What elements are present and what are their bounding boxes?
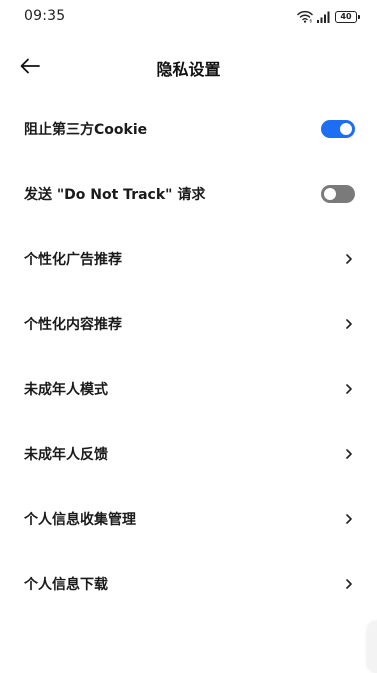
toggle-switch-on[interactable] <box>321 119 355 138</box>
toggle-knob <box>340 122 352 135</box>
battery-level: 40 <box>340 12 352 21</box>
setting-label: 阻止第三方Cookie <box>24 121 148 138</box>
setting-row-personal-info-download[interactable]: 个人信息下载 <box>0 551 377 616</box>
chevron-right-icon <box>343 578 355 590</box>
chevron-right-icon <box>343 253 355 265</box>
setting-label: 个人信息收集管理 <box>24 511 136 528</box>
page-title: 隐私设置 <box>156 60 221 79</box>
setting-label: 发送 "Do Not Track" 请求 <box>24 186 206 203</box>
setting-row-minor-feedback[interactable]: 未成年人反馈 <box>0 421 377 486</box>
setting-row-minor-mode[interactable]: 未成年人模式 <box>0 356 377 421</box>
settings-list: 阻止第三方Cookie 发送 "Do Not Track" 请求 个性化广告推荐… <box>0 96 377 616</box>
chevron-right-icon <box>343 383 355 395</box>
floating-edge-handle[interactable] <box>367 621 377 673</box>
signal-icon <box>317 8 331 27</box>
setting-label: 个性化内容推荐 <box>24 316 122 333</box>
battery-icon: 40 <box>335 11 360 23</box>
setting-label: 个性化广告推荐 <box>24 251 122 268</box>
svg-text:6: 6 <box>310 18 313 23</box>
status-time: 09:35 <box>24 8 66 24</box>
setting-row-personalized-content[interactable]: 个性化内容推荐 <box>0 291 377 356</box>
setting-row-personal-info-management[interactable]: 个人信息收集管理 <box>0 486 377 551</box>
status-bar: 09:35 6 40 <box>0 0 377 36</box>
setting-row-personalized-ads[interactable]: 个性化广告推荐 <box>0 226 377 291</box>
status-icons: 6 40 <box>297 8 360 27</box>
header: 隐私设置 <box>0 46 377 90</box>
chevron-right-icon <box>343 318 355 330</box>
chevron-right-icon <box>343 448 355 460</box>
toggle-knob <box>324 187 336 200</box>
setting-label: 未成年人模式 <box>24 381 108 398</box>
toggle-switch-off[interactable] <box>321 184 355 203</box>
setting-row-block-third-party-cookie[interactable]: 阻止第三方Cookie <box>0 96 377 161</box>
chevron-right-icon <box>343 513 355 525</box>
setting-label: 个人信息下载 <box>24 576 108 593</box>
wifi-icon: 6 <box>297 8 313 27</box>
setting-label: 未成年人反馈 <box>24 446 108 463</box>
setting-row-do-not-track[interactable]: 发送 "Do Not Track" 请求 <box>0 161 377 226</box>
